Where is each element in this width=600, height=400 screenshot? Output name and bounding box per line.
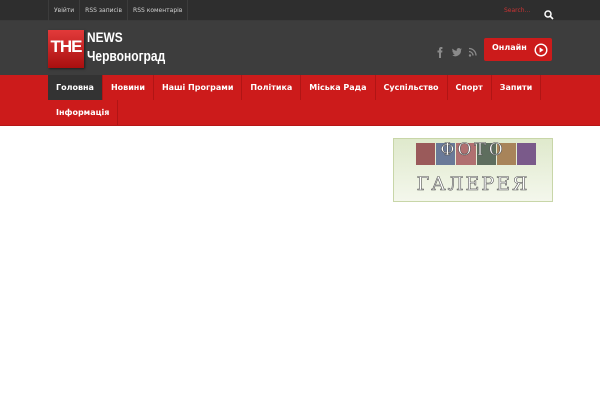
nav-item-society[interactable]: Суспільство <box>376 75 448 100</box>
nav-item-information[interactable]: Інформація <box>48 100 119 125</box>
facebook-icon[interactable] <box>433 43 449 58</box>
logo-the-text: THE <box>50 37 83 56</box>
nav-item-sport[interactable]: Спорт <box>448 75 492 100</box>
logo-city-text: Червоноград <box>87 48 166 65</box>
logo-news-text: NEWS <box>87 29 123 45</box>
gallery-title-line2: ГАЛЕРЕЯ <box>416 173 530 196</box>
nav-item-requests[interactable]: Запити <box>492 75 542 100</box>
site-logo[interactable]: THE NEWS Червоноград <box>48 28 173 68</box>
online-button[interactable]: Онлайн <box>484 38 552 61</box>
online-label: Онлайн <box>492 43 527 52</box>
search-input[interactable] <box>504 4 534 17</box>
social-links <box>433 43 481 58</box>
rss-posts-link[interactable]: RSS записів <box>79 0 127 21</box>
login-link[interactable]: Увійти <box>48 0 79 21</box>
top-links: Увійти RSS записів RSS коментарів <box>48 0 189 21</box>
nav-item-home[interactable]: Головна <box>48 75 103 100</box>
nav-item-programs[interactable]: Наші Програми <box>154 75 243 100</box>
nav-item-news[interactable]: Новини <box>103 75 154 100</box>
search-icon[interactable] <box>544 5 554 20</box>
rss-comments-link[interactable]: RSS коментарів <box>127 0 189 21</box>
site-header: THE NEWS Червоноград Онлайн <box>0 21 600 75</box>
photo-gallery-banner[interactable]: ФОТО ГАЛЕРЕЯ <box>393 138 553 202</box>
top-bar: Увійти RSS записів RSS коментарів <box>0 0 600 21</box>
nav-item-city-council[interactable]: Міська Рада <box>301 75 376 100</box>
nav-item-politics[interactable]: Політика <box>242 75 302 100</box>
nav-row: Інформація <box>48 100 119 125</box>
gallery-title-line1: ФОТО <box>440 140 506 161</box>
main-nav: Головна Новини Наші Програми Політика Мі… <box>0 75 600 126</box>
nav-row: Головна Новини Наші Програми Політика Мі… <box>48 75 542 100</box>
twitter-icon[interactable] <box>449 43 465 57</box>
rss-icon[interactable] <box>465 43 481 57</box>
play-icon <box>534 42 548 57</box>
